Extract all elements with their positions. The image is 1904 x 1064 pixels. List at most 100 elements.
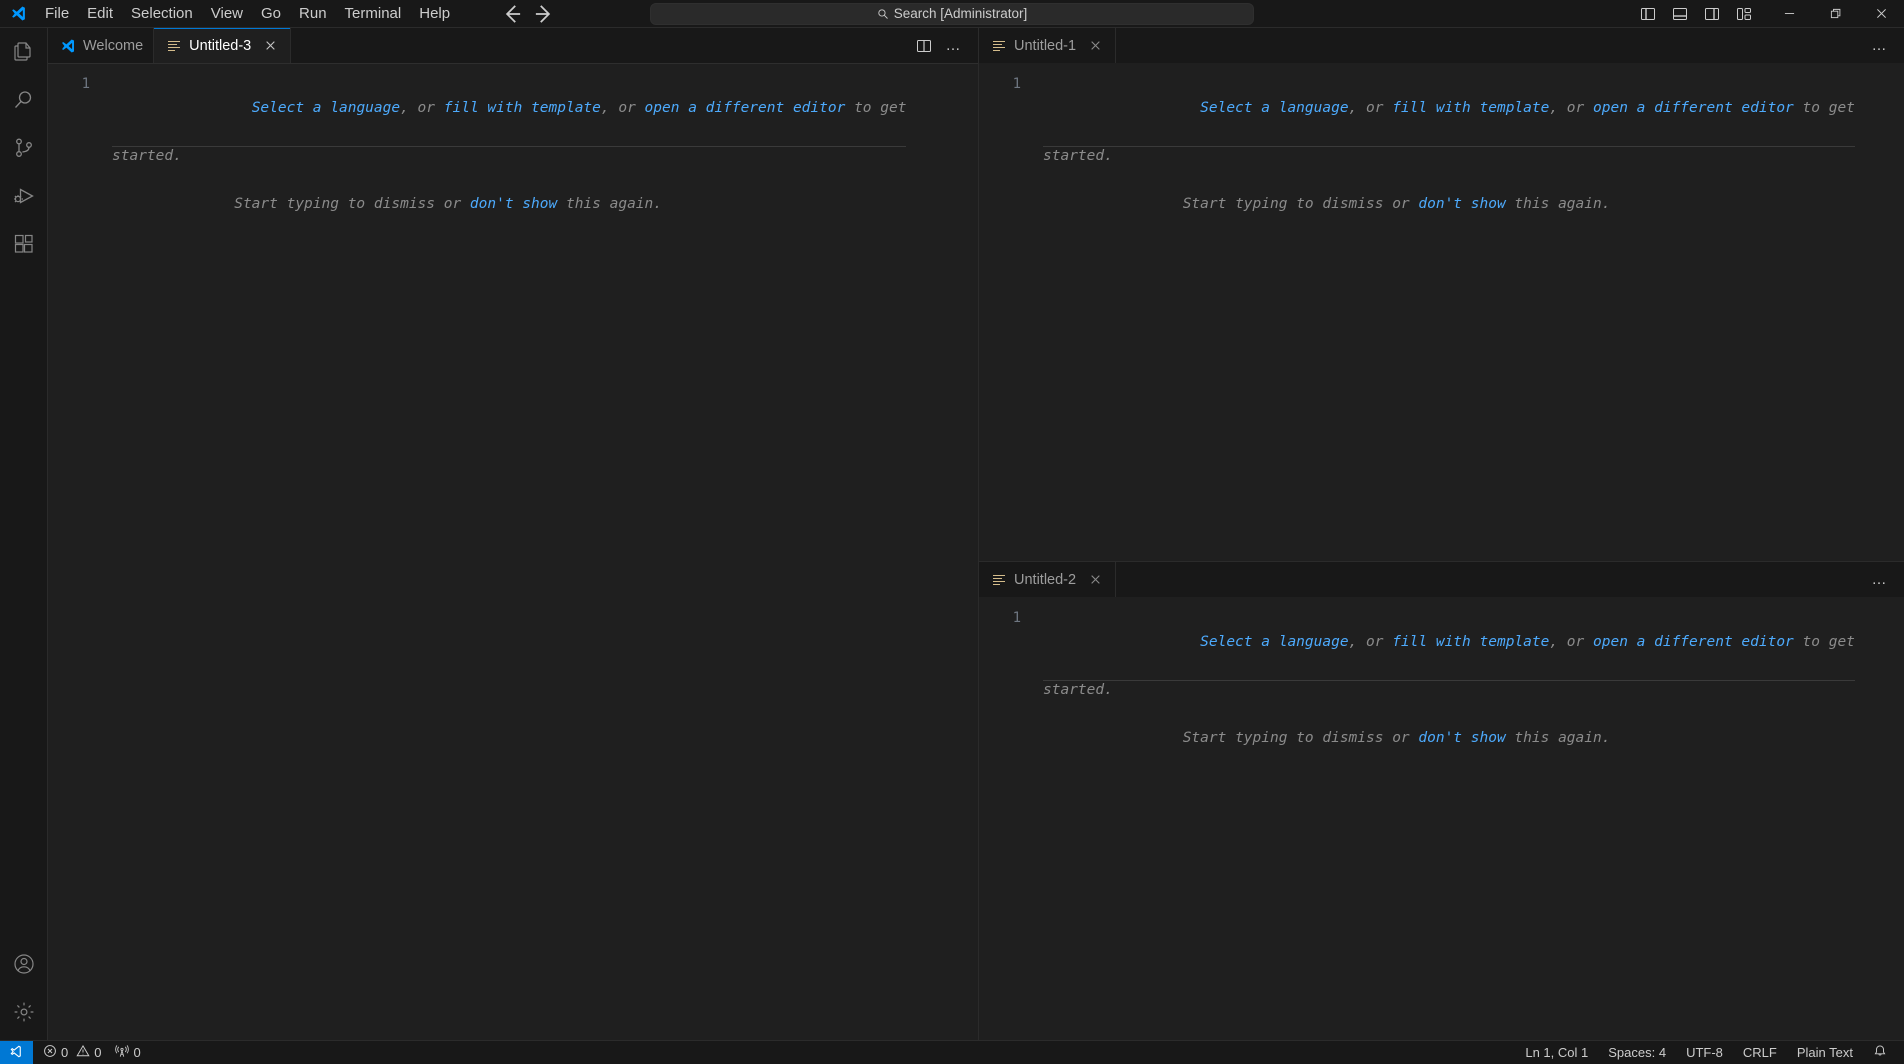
- status-editor-encoding[interactable]: UTF-8: [1677, 1041, 1732, 1064]
- link-dont-show[interactable]: don't show: [470, 196, 557, 212]
- editor-vertical-scrollbar[interactable]: [1890, 597, 1904, 1040]
- tab-untitled-2[interactable]: Untitled-2: [979, 562, 1117, 597]
- sidebar-item-source-control[interactable]: [0, 124, 48, 172]
- more-actions-icon[interactable]: …: [1866, 32, 1894, 60]
- tab-bar-actions-top-right: …: [1866, 28, 1904, 63]
- placeholder-underline: [112, 146, 907, 147]
- status-ports[interactable]: 0: [109, 1041, 146, 1064]
- placeholder-underline: [1043, 146, 1855, 147]
- editor-vertical-scrollbar[interactable]: [964, 63, 978, 1040]
- link-open-different-editor[interactable]: open a different editor: [1593, 100, 1794, 116]
- link-select-language[interactable]: Select a language: [1200, 634, 1348, 650]
- ports-count: 0: [133, 1045, 141, 1060]
- layout-customize-icon[interactable]: [1728, 0, 1760, 28]
- line-number: 1: [1012, 76, 1021, 92]
- menu-terminal[interactable]: Terminal: [336, 0, 411, 27]
- layout-sidebar-right-icon[interactable]: [1696, 0, 1728, 28]
- minimize-icon[interactable]: [1766, 0, 1812, 28]
- editor-left[interactable]: 1 Select a language, or fill with templa…: [48, 63, 978, 1040]
- text-sep-2: , or: [1549, 634, 1593, 650]
- layout-sidebar-left-icon[interactable]: [1632, 0, 1664, 28]
- editor-content-top-right[interactable]: Select a language, or fill with template…: [1043, 63, 1904, 561]
- accounts-icon[interactable]: [0, 940, 48, 988]
- editor-top-right[interactable]: 1 Select a language, or fill with templa…: [979, 63, 1904, 561]
- restore-icon[interactable]: [1812, 0, 1858, 28]
- tab-untitled-1[interactable]: Untitled-1: [979, 28, 1117, 63]
- close-icon[interactable]: [260, 36, 280, 56]
- link-select-language[interactable]: Select a language: [252, 100, 400, 116]
- split-editor-icon[interactable]: [910, 32, 938, 60]
- status-editor-position[interactable]: Ln 1, Col 1: [1516, 1041, 1597, 1064]
- status-notifications[interactable]: [1864, 1041, 1896, 1064]
- status-editor-indentation[interactable]: Spaces: 4: [1599, 1041, 1675, 1064]
- placeholder-line-3: Start typing to dismiss or don't show th…: [1043, 168, 1904, 240]
- menu-go[interactable]: Go: [252, 0, 290, 27]
- text-again: this again.: [1505, 196, 1611, 212]
- placeholder-line-1: Select a language, or fill with template…: [1043, 72, 1855, 147]
- tab-label: Untitled-1: [1014, 37, 1077, 54]
- sidebar-item-search[interactable]: [0, 76, 48, 124]
- placeholder-line-2: started.: [1043, 148, 1113, 164]
- link-fill-with-template[interactable]: fill with template: [1392, 634, 1549, 650]
- editor-bottom-right[interactable]: 1 Select a language, or fill with templa…: [979, 597, 1904, 1040]
- arrow-left-icon[interactable]: [499, 3, 525, 25]
- text-start-typing: Start typing to dismiss or: [234, 196, 470, 212]
- radio-tower-icon: [115, 1044, 130, 1061]
- close-icon[interactable]: [1085, 36, 1105, 56]
- window-controls: [1766, 0, 1904, 27]
- link-open-different-editor[interactable]: open a different editor: [645, 100, 846, 116]
- arrow-right-icon[interactable]: [531, 3, 557, 25]
- menu-view[interactable]: View: [202, 0, 252, 27]
- editor-content-bottom-right[interactable]: Select a language, or fill with template…: [1043, 597, 1904, 1040]
- more-actions-icon[interactable]: …: [1866, 566, 1894, 594]
- tab-untitled-3[interactable]: Untitled-3: [154, 28, 292, 63]
- menu-help[interactable]: Help: [410, 0, 459, 27]
- remote-window-icon: [9, 1044, 24, 1062]
- status-editor-eol[interactable]: CRLF: [1734, 1041, 1786, 1064]
- link-dont-show[interactable]: don't show: [1418, 730, 1505, 746]
- editor-content-left[interactable]: Select a language, or fill with template…: [112, 63, 978, 1040]
- more-actions-icon[interactable]: …: [940, 32, 968, 60]
- menu-selection[interactable]: Selection: [122, 0, 202, 27]
- close-icon[interactable]: [1858, 0, 1904, 28]
- menu-edit[interactable]: Edit: [78, 0, 122, 27]
- tab-bar-top-right: Untitled-1 …: [979, 28, 1904, 63]
- text-sep-1: , or: [400, 100, 444, 116]
- menu-run[interactable]: Run: [290, 0, 336, 27]
- sidebar-item-run-and-debug[interactable]: [0, 172, 48, 220]
- warning-count: 0: [94, 1045, 102, 1060]
- tab-label: Welcome: [83, 37, 144, 54]
- text-sep-1: , or: [1348, 100, 1393, 116]
- link-dont-show[interactable]: don't show: [1418, 196, 1505, 212]
- command-center-search[interactable]: Search [Administrator]: [650, 2, 1254, 25]
- status-editor-language[interactable]: Plain Text: [1788, 1041, 1862, 1064]
- error-count: 0: [61, 1045, 69, 1060]
- vscode-logo-icon: [60, 38, 76, 54]
- link-select-language[interactable]: Select a language: [1200, 100, 1348, 116]
- link-open-different-editor[interactable]: open a different editor: [1593, 634, 1794, 650]
- title-bar: File Edit Selection View Go Run Terminal…: [0, 0, 1904, 28]
- text-sep-1: , or: [1348, 634, 1393, 650]
- status-problems[interactable]: 0 0: [37, 1041, 107, 1064]
- placeholder-line-2: started.: [112, 148, 182, 164]
- tab-bar-left: Welcome Untitled-3 …: [48, 28, 978, 63]
- text-sep-2: , or: [1549, 100, 1593, 116]
- search-icon: [877, 8, 889, 20]
- command-center-label: Search [Administrator]: [893, 6, 1028, 21]
- gear-icon[interactable]: [0, 988, 48, 1036]
- link-fill-with-template[interactable]: fill with template: [444, 100, 601, 116]
- text-to-get: to get: [1793, 100, 1855, 116]
- menu-file[interactable]: File: [36, 0, 78, 27]
- editor-vertical-scrollbar[interactable]: [1890, 63, 1904, 561]
- remote-window-indicator[interactable]: [0, 1040, 33, 1064]
- layout-panel-icon[interactable]: [1664, 0, 1696, 28]
- tab-label: Untitled-2: [1014, 571, 1077, 588]
- close-icon[interactable]: [1085, 570, 1105, 590]
- line-number-gutter: 1: [48, 63, 112, 1040]
- tab-welcome[interactable]: Welcome: [48, 28, 155, 63]
- sidebar-item-extensions[interactable]: [0, 220, 48, 268]
- sidebar-item-explorer[interactable]: [0, 28, 48, 76]
- ellipsis-icon: …: [1871, 37, 1889, 54]
- link-fill-with-template[interactable]: fill with template: [1392, 100, 1549, 116]
- plaintext-file-icon: [991, 572, 1007, 588]
